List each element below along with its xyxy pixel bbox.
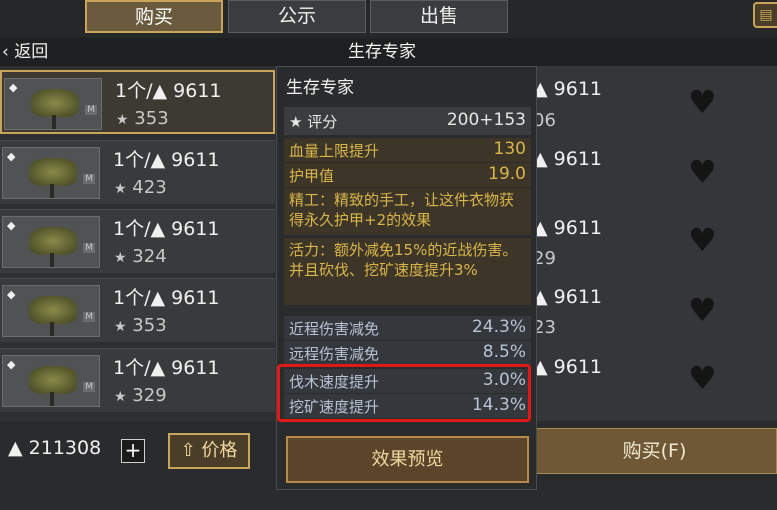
notebook-icon[interactable]: ▤ [753,2,777,28]
stat-value: 19.0 [488,164,526,184]
item-tooltip: 生存专家 ★ 评分 200+153 血量上限提升 130 护甲值 19.0 精工… [276,66,537,490]
stat-row: 护甲值 19.0 [284,163,531,187]
quality-tag: M [83,243,95,253]
bonus-row: 远程伤害减免 8.5% [284,341,531,365]
vest-image [29,296,77,324]
tab-announcement[interactable]: 公示 [228,0,366,33]
heart-icon[interactable]: ♥ [688,362,717,394]
bonus-value: 8.5% [482,342,526,362]
highlight-box [277,364,531,422]
listing-score: 353 [134,108,169,129]
listing-score: 353 [132,315,167,336]
item-thumbnail: ◆ M [2,216,100,268]
bonus-value: 24.3% [471,317,526,337]
gem-icon: ◆ [9,81,18,94]
listing-row[interactable]: ◆ M 1个/▲ 9611 ★ 353 [0,278,275,342]
tab-sell[interactable]: 出售 [370,0,508,33]
quality-tag: M [83,382,95,392]
perk-description: 精工：精致的手工，让这件衣物获得永久护甲+2的效果 [284,188,531,235]
item-thumbnail: ◆ M [2,355,100,407]
page-title: 生存专家 [348,42,416,62]
listing-score: 329 [132,385,167,406]
rating-value: 200+153 [446,110,526,130]
bonus-row: 近程伤害减免 24.3% [284,316,531,340]
plus-icon[interactable]: + [121,439,145,463]
vest-image [29,366,77,394]
stat-label: 血量上限提升 [289,142,380,160]
listing-score-row: ★ 353 [116,108,169,129]
listing-score-row: ★ 353 [114,315,167,336]
buy-button[interactable]: 购买(F) [532,428,777,474]
heart-icon[interactable]: ♥ [688,86,717,118]
rating-icon: ★ [114,181,127,197]
listing-price: 1个/▲ 9611 [113,218,220,240]
tab-buy[interactable]: 购买 [85,0,223,33]
stat-label: 护甲值 [289,167,335,185]
stat-value: 130 [493,139,526,159]
listing-score: 324 [132,246,167,267]
vest-image [29,227,77,255]
effect-preview-button[interactable]: 效果预览 [286,436,529,483]
arrow-up-icon: ⇧ [180,440,196,461]
rating-icon: ★ [116,112,129,128]
heart-icon[interactable]: ♥ [688,156,717,188]
rating-icon: ★ [114,250,127,266]
gem-icon: ◆ [7,219,16,232]
rating-icon: ★ [114,319,127,335]
gem-icon: ◆ [7,358,16,371]
listing-price: 1个/▲ 9611 [115,80,222,102]
heart-icon[interactable]: ♥ [688,224,717,256]
bonus-label: 近程伤害减免 [289,320,380,338]
bonus-label: 远程伤害减免 [289,345,380,363]
stat-row: 血量上限提升 130 [284,138,531,162]
listing-row[interactable]: ◆ M 1个/▲ 9611 ★ 324 [0,209,275,273]
vest-image [31,89,79,117]
rating-icon: ★ [289,113,303,131]
rating-icon: ★ [114,389,127,405]
price-sort-button[interactable]: ⇧ 价格 [168,433,250,469]
rating-row: ★ 评分 200+153 [284,107,531,135]
perk-description: 活力：额外减免15%的近战伤害。并且砍伐、挖矿速度提升3% [284,238,531,305]
item-thumbnail: ◆ M [2,285,100,337]
listing-price-right: ▲ 9611 [533,286,603,308]
listing-score-row: ★ 324 [114,246,167,267]
gem-icon: ◆ [7,288,16,301]
listing-score-row: ★ 329 [114,385,167,406]
item-thumbnail: ◆ M [2,147,100,199]
rating-label: 评分 [307,113,338,131]
listing-row[interactable]: ◆ M 1个/▲ 9611 ★ 423 [0,140,275,204]
currency-balance: ▲ 211308 [8,437,102,459]
vest-image [29,158,77,186]
listing-price: 1个/▲ 9611 [113,287,220,309]
listing-row[interactable]: ◆ M 1个/▲ 9611 ★ 329 [0,348,275,412]
item-thumbnail: ◆ M [4,78,102,130]
price-sort-label: 价格 [201,440,238,461]
listing-price-right: ▲ 9611 [533,356,603,378]
listing-price-right: ▲ 9611 [533,148,603,170]
quality-tag: M [85,105,97,115]
quality-tag: M [83,174,95,184]
gem-icon: ◆ [7,150,16,163]
listing-row[interactable]: ◆ M 1个/▲ 9611 ★ 353 [0,70,275,134]
back-button[interactable]: ‹ 返回 [2,38,48,66]
listing-score-row: ★ 423 [114,177,167,198]
heart-icon[interactable]: ♥ [688,294,717,326]
listing-score: 423 [132,177,167,198]
listing-price-right: ▲ 9611 [533,217,603,239]
listing-price: 1个/▲ 9611 [113,357,220,379]
back-chevron-icon: ‹ [2,42,9,62]
listing-price-right: ▲ 9611 [533,78,603,100]
tooltip-title: 生存专家 [286,78,354,98]
listing-price: 1个/▲ 9611 [113,149,220,171]
back-label: 返回 [14,42,49,62]
quality-tag: M [83,312,95,322]
